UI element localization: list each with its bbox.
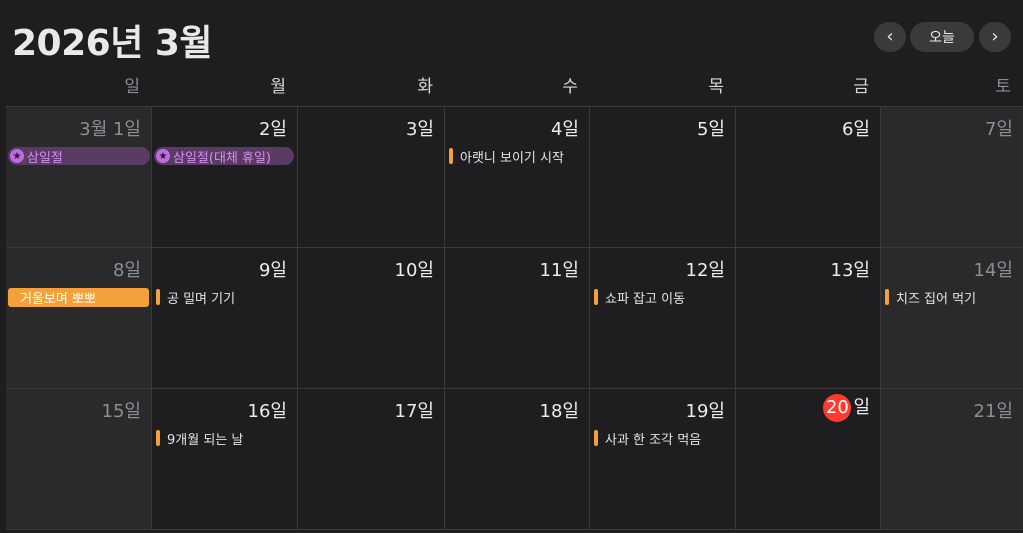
event-title: 사과 한 조각 먹음 [605,432,702,448]
day-number: 7일 [984,119,1013,140]
weekday-label: 금 [853,77,869,97]
event-color-stripe [885,289,889,305]
day-cell[interactable]: 11일 [445,248,590,389]
day-cell[interactable]: 6일 [736,107,881,248]
day-cell[interactable]: 18일 [445,389,590,530]
month-grid: 3월 1일 ★ 삼일절 2일 ★ 삼일절(대체 휴일) 3일 4일 아랫니 보이기 시작 5일 6일… [6,106,1023,533]
day-number: 18일 [539,401,579,422]
event-title: 쇼파 잡고 이동 [605,291,686,307]
next-month-button[interactable]: › [979,22,1011,52]
day-cell[interactable]: 3일 [298,107,445,248]
day-cell[interactable]: 4일아랫니 보이기 시작 [445,107,590,248]
event-color-stripe [449,148,453,164]
day-cell[interactable]: 12일쇼파 잡고 이동 [590,248,736,389]
previous-month-button[interactable]: ‹ [874,22,906,52]
chevron-right-icon: › [991,26,999,47]
day-number: 3월 1일 [79,119,141,140]
day-cell[interactable]: 9일공 밀며 기기 [152,248,298,389]
day-cell[interactable]: 3월 1일 ★ 삼일절 [6,107,152,248]
day-cell[interactable]: 13일 [736,248,881,389]
weekday-label: 수 [562,77,578,97]
event-title: 거울보며 뽀뽀 [20,292,96,307]
event-title: 9개월 되는 날 [167,432,244,448]
event-title: 치즈 집어 먹기 [896,291,977,307]
day-cell[interactable]: 21일 [881,389,1023,530]
day-cell[interactable]: 7일 [881,107,1023,248]
timed-event[interactable]: 사과 한 조각 먹음 [594,429,701,447]
day-cell[interactable]: 14일치즈 집어 먹기 [881,248,1023,389]
day-suffix: 일 [853,397,870,418]
event-color-stripe [156,289,160,305]
day-number: 4일 [550,119,579,140]
day-cell[interactable]: 15일 [6,389,152,530]
today-indicator: 20 [823,394,852,422]
day-number: 2일 [258,119,287,140]
event-title: 삼일절(대체 휴일) [173,150,271,166]
day-number: 20 일 [823,393,870,422]
event-title: 아랫니 보이기 시작 [460,150,564,166]
day-number: 19일 [685,401,725,422]
day-cell[interactable]: 19일사과 한 조각 먹음 [590,389,736,530]
event-color-stripe [594,289,598,305]
day-number: 8일 [112,260,141,281]
chevron-left-icon: ‹ [886,26,894,47]
day-number: 12일 [685,260,725,281]
day-cell[interactable]: 2일 ★ 삼일절(대체 휴일) [152,107,298,248]
day-number: 9일 [258,260,287,281]
day-number: 6일 [841,119,870,140]
weekday-header: 일월화수목금토 [6,72,1023,102]
weekday-label: 목 [708,77,724,97]
holiday-event[interactable]: ★ 삼일절 [8,147,150,166]
timed-event[interactable]: 공 밀며 기기 [156,288,235,306]
weekday-label: 월 [270,77,286,97]
event-color-stripe [594,430,598,446]
day-cell[interactable]: 8일거울보며 뽀뽀 [6,248,152,389]
timed-event[interactable]: 쇼파 잡고 이동 [594,288,685,306]
day-cell[interactable]: 17일 [298,389,445,530]
timed-event[interactable]: 아랫니 보이기 시작 [449,147,564,165]
timed-event[interactable]: 9개월 되는 날 [156,429,243,447]
weekday-label: 토 [995,77,1011,97]
day-number: 13일 [830,260,870,281]
event-title: 공 밀며 기기 [167,291,236,307]
weekday-label: 화 [417,77,433,97]
holiday-event[interactable]: ★ 삼일절(대체 휴일) [154,147,294,166]
day-cell[interactable]: 5일 [590,107,736,248]
star-icon: ★ [156,149,170,163]
day-number: 21일 [973,401,1013,422]
event-title: 삼일절 [27,150,63,166]
day-cell[interactable]: 10일 [298,248,445,389]
day-number: 15일 [101,401,141,422]
day-number: 16일 [247,401,287,422]
star-icon: ★ [10,149,24,163]
day-cell[interactable]: 16일 9개월 되는 날 [152,389,298,530]
timed-event[interactable]: 치즈 집어 먹기 [885,288,976,306]
day-number: 17일 [394,401,434,422]
day-number: 5일 [696,119,725,140]
day-number: 14일 [973,260,1013,281]
day-number: 10일 [394,260,434,281]
weekday-label: 일 [124,77,140,97]
today-button[interactable]: 오늘 [910,22,974,52]
day-number: 11일 [539,260,579,281]
allday-event[interactable]: 거울보며 뽀뽀 [8,288,149,307]
day-cell[interactable]: 20 일 [736,389,881,530]
page-title: 2026년 3월 [12,23,213,64]
event-color-stripe [156,430,160,446]
day-number: 3일 [405,119,434,140]
